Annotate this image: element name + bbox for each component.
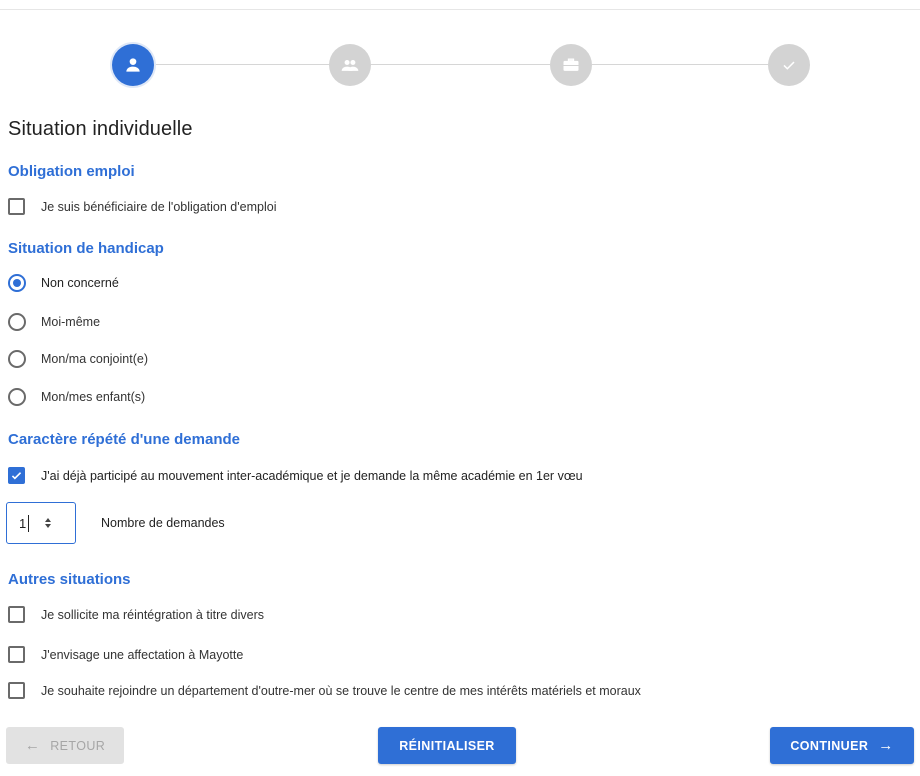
checkbox-label: J'envisage une affectation à Mayotte (41, 647, 244, 662)
step-confirmation[interactable] (768, 44, 810, 86)
radio-button[interactable] (8, 313, 26, 331)
continue-button[interactable]: CONTINUER → (770, 727, 914, 764)
request-count-value: 1 (19, 515, 27, 531)
step-professional[interactable] (550, 44, 592, 86)
reset-button[interactable]: RÉINITIALISER (378, 727, 516, 764)
radio-label: Non concerné (41, 276, 119, 290)
obligation-checkbox-label: Je suis bénéficiaire de l'obligation d'e… (41, 199, 277, 214)
top-divider (0, 9, 920, 10)
radio-button[interactable] (8, 350, 26, 368)
handicap-heading: Situation de handicap (8, 240, 164, 257)
request-count-stepper[interactable]: 1 (6, 502, 76, 544)
obligation-checkbox-row[interactable]: Je suis bénéficiaire de l'obligation d'e… (8, 198, 276, 215)
back-button[interactable]: ← RETOUR (6, 727, 124, 764)
radio-label: Mon/ma conjoint(e) (41, 352, 148, 366)
repeat-checkbox-label: J'ai déjà participé au mouvement inter-a… (41, 468, 583, 483)
request-count-label: Nombre de demandes (101, 516, 225, 530)
handicap-option-spouse[interactable]: Mon/ma conjoint(e) (8, 350, 148, 368)
checkbox-label: Je souhaite rejoindre un département d'o… (41, 683, 641, 698)
stepper-connector (592, 64, 768, 65)
back-button-label: RETOUR (50, 738, 106, 753)
briefcase-icon (563, 58, 579, 71)
step-family[interactable] (329, 44, 371, 86)
arrow-left-icon: ← (24, 737, 41, 754)
radio-button[interactable] (8, 274, 26, 292)
person-icon (126, 58, 140, 72)
other-item-mayotte[interactable]: J'envisage une affectation à Mayotte (8, 646, 243, 663)
repeat-checkbox[interactable] (8, 467, 25, 484)
radio-label: Mon/mes enfant(s) (41, 390, 146, 404)
other-heading: Autres situations (8, 571, 131, 588)
progress-stepper (112, 44, 810, 86)
repeat-heading: Caractère répété d'une demande (8, 431, 240, 448)
text-caret (28, 514, 30, 532)
handicap-option-children[interactable]: Mon/mes enfant(s) (8, 388, 145, 406)
stepper-connector (154, 64, 329, 65)
repeat-checkbox-row[interactable]: J'ai déjà participé au mouvement inter-a… (8, 467, 583, 484)
group-icon (341, 60, 359, 71)
page-title: Situation individuelle (8, 118, 193, 140)
handicap-option-self[interactable]: Moi-même (8, 313, 100, 331)
mayotte-checkbox[interactable] (8, 646, 25, 663)
check-icon (783, 61, 795, 70)
radio-button[interactable] (8, 388, 26, 406)
spin-arrows-icon[interactable] (45, 518, 52, 528)
step-individual[interactable] (112, 44, 154, 86)
other-item-outre-mer[interactable]: Je souhaite rejoindre un département d'o… (8, 682, 641, 699)
obligation-heading: Obligation emploi (8, 163, 135, 180)
radio-label: Moi-même (41, 315, 101, 329)
reset-button-label: RÉINITIALISER (399, 738, 495, 753)
check-icon (11, 472, 22, 480)
handicap-option-none[interactable]: Non concerné (8, 274, 119, 292)
obligation-checkbox[interactable] (8, 198, 25, 215)
outre-mer-checkbox[interactable] (8, 682, 25, 699)
reintegration-checkbox[interactable] (8, 606, 25, 623)
continue-button-label: CONTINUER (790, 738, 869, 753)
arrow-right-icon: → (878, 737, 894, 754)
stepper-connector (371, 64, 550, 65)
other-item-reintegration[interactable]: Je sollicite ma réintégration à titre di… (8, 606, 264, 623)
checkbox-label: Je sollicite ma réintégration à titre di… (41, 607, 265, 622)
